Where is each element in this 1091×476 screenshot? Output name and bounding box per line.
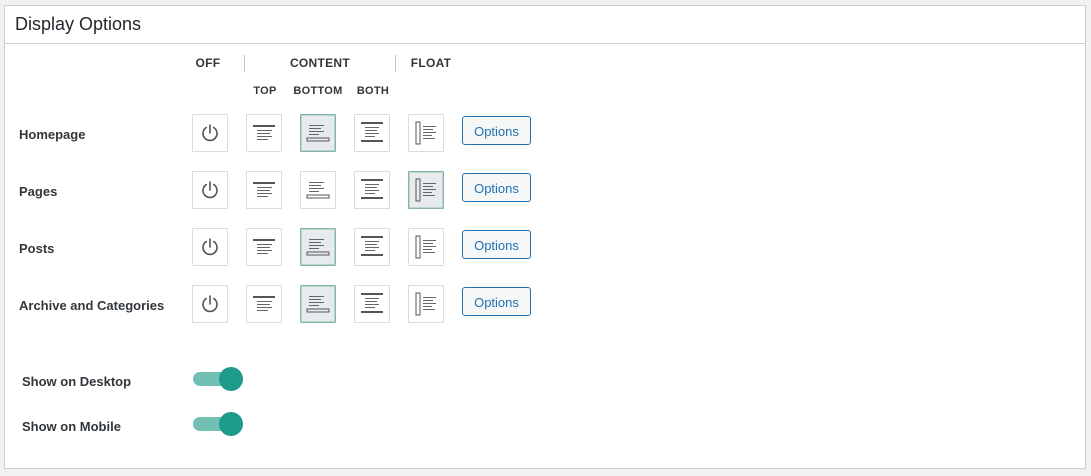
archive-top-option[interactable]	[246, 285, 282, 323]
content-bottom-icon	[306, 122, 330, 144]
posts-off-option[interactable]	[192, 228, 228, 266]
posts-bottom-option[interactable]	[300, 228, 336, 266]
panel-title: Display Options	[15, 14, 142, 34]
power-icon	[199, 293, 221, 315]
homepage-off-option[interactable]	[192, 114, 228, 152]
show-on-mobile-toggle[interactable]	[193, 411, 245, 437]
column-divider	[395, 55, 396, 72]
content-bottom-icon	[306, 293, 330, 315]
posts-both-option[interactable]	[354, 228, 390, 266]
content-top-icon	[252, 179, 276, 201]
pages-off-option[interactable]	[192, 171, 228, 209]
panel-header: Display Options	[5, 6, 1085, 44]
row-label-pages: Pages	[19, 184, 58, 199]
row-label-homepage: Homepage	[19, 127, 86, 142]
power-icon	[199, 122, 221, 144]
pages-both-option[interactable]	[354, 171, 390, 209]
posts-options-button[interactable]: Options	[462, 230, 531, 259]
toggle-knob	[219, 412, 243, 436]
pages-options-button[interactable]: Options	[462, 173, 531, 202]
content-top-icon	[252, 293, 276, 315]
archive-off-option[interactable]	[192, 285, 228, 323]
pages-top-option[interactable]	[246, 171, 282, 209]
subheader-bottom: BOTTOM	[293, 85, 343, 97]
float-icon	[414, 178, 438, 202]
content-bottom-icon	[306, 179, 330, 201]
content-both-icon	[360, 178, 384, 202]
show-on-desktop-toggle[interactable]	[193, 366, 245, 392]
show-on-desktop-label: Show on Desktop	[22, 374, 132, 389]
content-both-icon	[360, 121, 384, 145]
pages-float-option[interactable]	[408, 171, 444, 209]
content-top-icon	[252, 122, 276, 144]
row-label-posts: Posts	[19, 241, 55, 256]
homepage-float-option[interactable]	[408, 114, 444, 152]
power-icon	[199, 179, 221, 201]
homepage-top-option[interactable]	[246, 114, 282, 152]
homepage-options-button[interactable]: Options	[462, 116, 531, 145]
subheader-both: BOTH	[356, 85, 390, 97]
toggle-knob	[219, 367, 243, 391]
power-icon	[199, 236, 221, 258]
homepage-both-option[interactable]	[354, 114, 390, 152]
content-both-icon	[360, 292, 384, 316]
pages-bottom-option[interactable]	[300, 171, 336, 209]
column-header-off: OFF	[195, 56, 221, 70]
column-header-float: FLOAT	[410, 56, 452, 70]
posts-top-option[interactable]	[246, 228, 282, 266]
show-on-mobile-label: Show on Mobile	[22, 419, 121, 434]
homepage-bottom-option[interactable]	[300, 114, 336, 152]
archive-float-option[interactable]	[408, 285, 444, 323]
column-header-content: CONTENT	[289, 56, 351, 70]
archive-options-button[interactable]: Options	[462, 287, 531, 316]
content-both-icon	[360, 235, 384, 259]
display-options-panel: Display Options OFF CONTENT FLOAT TOP BO…	[4, 5, 1086, 469]
row-label-archive: Archive and Categories	[19, 298, 165, 313]
archive-both-option[interactable]	[354, 285, 390, 323]
archive-bottom-option[interactable]	[300, 285, 336, 323]
float-icon	[414, 121, 438, 145]
content-bottom-icon	[306, 236, 330, 258]
content-top-icon	[252, 236, 276, 258]
float-icon	[414, 235, 438, 259]
column-divider	[244, 55, 245, 72]
float-icon	[414, 292, 438, 316]
posts-float-option[interactable]	[408, 228, 444, 266]
subheader-top: TOP	[253, 85, 277, 97]
